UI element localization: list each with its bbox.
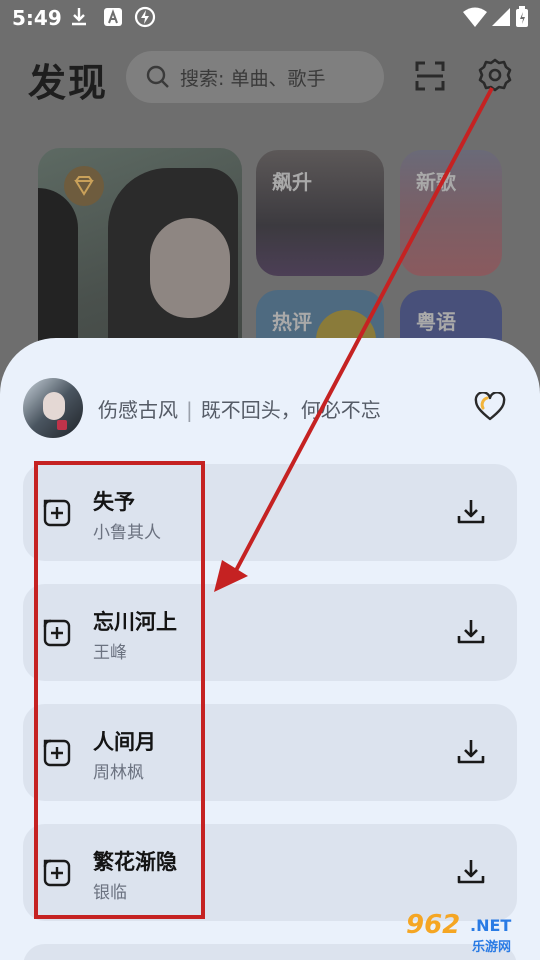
download-icon[interactable] <box>456 738 486 766</box>
search-icon <box>146 65 169 88</box>
download-icon[interactable] <box>456 498 486 526</box>
chart-card-label: 粤语 <box>416 310 456 334</box>
download-icon[interactable] <box>456 618 486 646</box>
title-separator: | <box>186 398 193 422</box>
chart-card-label: 热评 <box>272 310 312 334</box>
search-input[interactable]: 搜索: 单曲、歌手 <box>126 51 384 103</box>
avatar-mark <box>57 420 67 430</box>
signal-icon <box>492 8 510 26</box>
playlist-category: 伤感古风 <box>98 398 178 422</box>
chart-card-new[interactable]: 新歌 <box>400 150 502 276</box>
watermark-number: 962 <box>406 910 461 940</box>
avatar[interactable] <box>23 378 83 438</box>
status-bar: 5:49 <box>0 0 540 38</box>
page-title: 发现 <box>28 61 109 105</box>
scan-icon[interactable] <box>414 60 446 92</box>
no-ads-icon <box>134 6 156 28</box>
heart-icon[interactable] <box>474 392 506 422</box>
download-status-icon <box>72 8 86 26</box>
chart-card-label: 飙升 <box>272 170 312 194</box>
cover-art-face <box>150 218 230 318</box>
gear-icon[interactable] <box>478 58 512 92</box>
status-time: 5:49 <box>12 6 62 30</box>
avatar-face <box>43 392 65 420</box>
battery-icon <box>516 6 528 27</box>
search-placeholder: 搜索: 单曲、歌手 <box>180 68 326 90</box>
watermark-logo: 962 .NET 乐游网 <box>400 910 534 956</box>
playlist-name: 既不回头，何必不忘 <box>200 398 381 422</box>
annotation-highlight-box <box>34 461 205 919</box>
wifi-icon <box>463 7 487 27</box>
download-icon[interactable] <box>456 858 486 886</box>
diamond-icon <box>64 166 104 206</box>
watermark-chinese: 乐游网 <box>472 940 512 955</box>
watermark-domain: .NET <box>470 916 512 935</box>
playlist-title: 伤感古风 | 既不回头，何必不忘 <box>98 394 381 423</box>
chart-card-label: 新歌 <box>416 170 456 194</box>
chart-card-soar[interactable]: 飙升 <box>256 150 384 276</box>
a-icon <box>104 8 122 26</box>
